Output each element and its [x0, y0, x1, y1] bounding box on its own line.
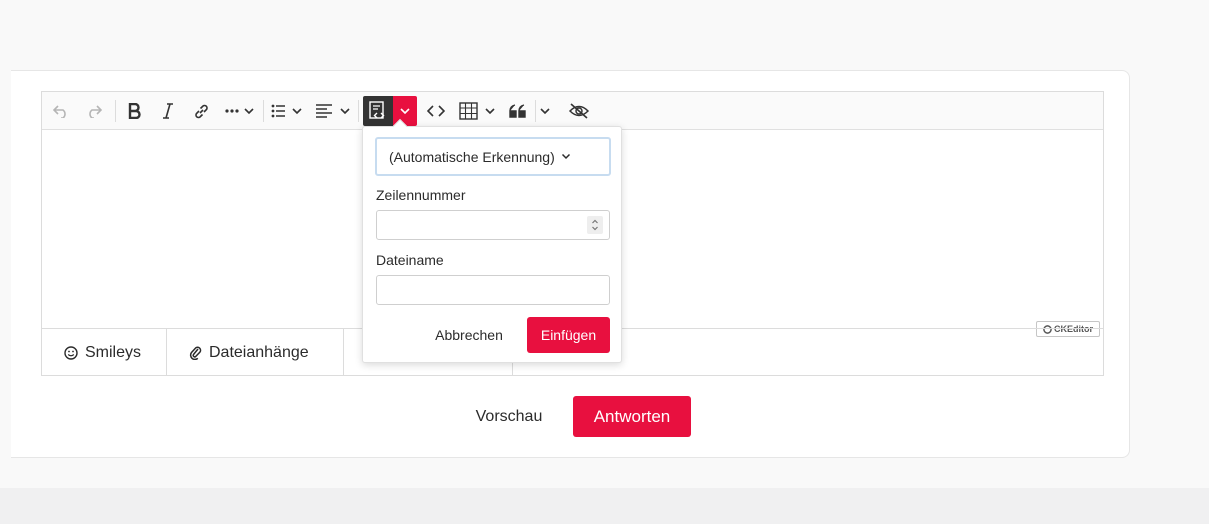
insert-button[interactable]: Einfügen	[527, 317, 610, 353]
line-number-label: Zeilennummer	[376, 187, 466, 203]
filename-input[interactable]	[376, 275, 610, 305]
preview-button[interactable]: Vorschau	[463, 396, 555, 437]
number-spinner[interactable]	[587, 216, 603, 234]
tab-smileys-label: Smileys	[85, 343, 142, 361]
code-icon[interactable]	[425, 100, 447, 122]
code-block-icon[interactable]	[363, 96, 393, 126]
cancel-button[interactable]: Abbrechen	[427, 317, 511, 353]
editor-toolbar	[42, 92, 1103, 130]
tab-attachments-label: Dateianhänge	[209, 343, 309, 361]
smiley-icon	[64, 345, 78, 360]
italic-icon[interactable]	[157, 100, 179, 122]
chevron-down-icon[interactable]	[537, 100, 553, 122]
reply-button[interactable]: Antworten	[573, 396, 691, 437]
align-icon[interactable]	[315, 100, 351, 122]
tab-attachments[interactable]: Dateianhänge	[167, 329, 344, 376]
chevron-down-icon	[561, 153, 570, 160]
blockquote-icon[interactable]	[507, 100, 529, 122]
language-select-value: (Automatische Erkennung)	[389, 148, 555, 165]
toolbar-separator	[263, 100, 264, 122]
spinner-arrows-icon	[592, 219, 598, 231]
link-icon[interactable]	[190, 100, 212, 122]
code-block-popup: (Automatische Erkennung) Zeilennummer Da…	[362, 118, 622, 363]
more-icon[interactable]	[223, 100, 257, 122]
redo-icon[interactable]	[83, 100, 105, 122]
language-select[interactable]: (Automatische Erkennung)	[375, 137, 611, 176]
page-footer-band	[0, 488, 1209, 524]
undo-icon[interactable]	[50, 100, 72, 122]
tab-smileys[interactable]: Smileys	[42, 329, 167, 376]
toolbar-separator	[358, 100, 359, 122]
toolbar-separator	[535, 100, 536, 122]
hide-icon[interactable]	[567, 100, 591, 122]
table-icon[interactable]	[459, 100, 497, 122]
toolbar-separator	[115, 100, 116, 122]
paperclip-icon	[189, 346, 202, 360]
bulleted-list-icon[interactable]	[271, 100, 303, 122]
line-number-input[interactable]	[376, 210, 610, 240]
bold-icon[interactable]	[123, 100, 145, 122]
filename-label: Dateiname	[376, 252, 444, 268]
